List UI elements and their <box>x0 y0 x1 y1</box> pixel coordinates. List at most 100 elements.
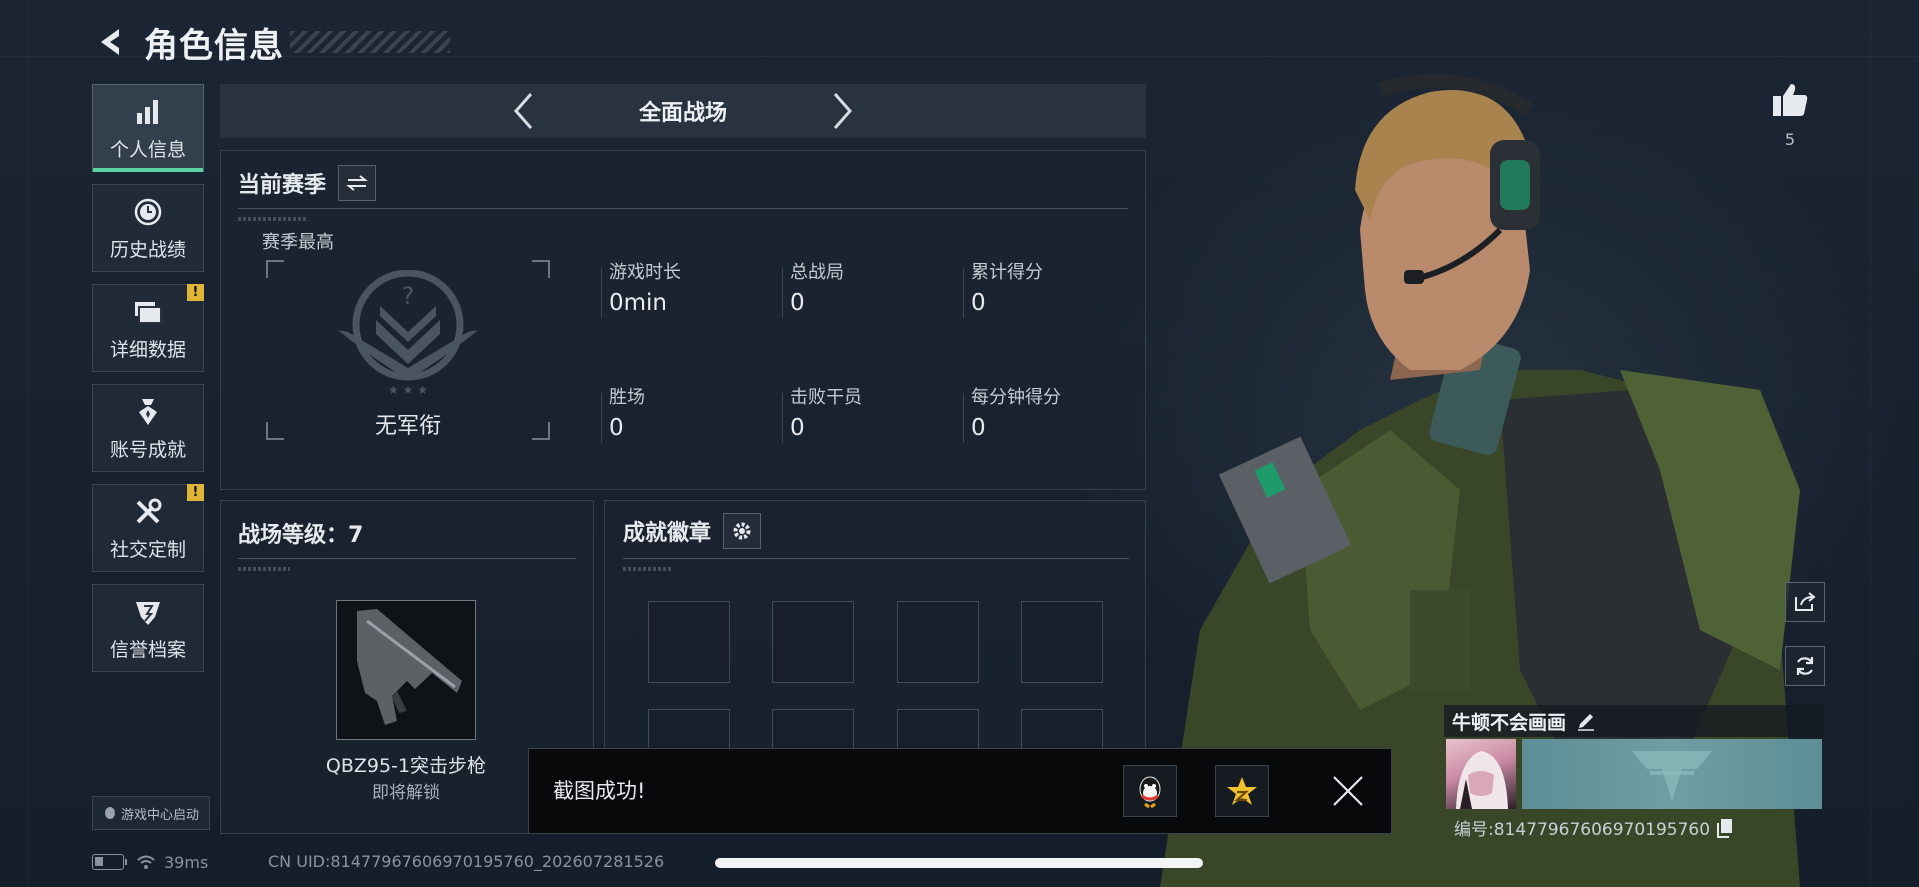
panel-title: 成就徽章 <box>623 521 712 546</box>
stat-separator <box>782 393 783 443</box>
sidebar-item-label: 详细数据 <box>109 338 186 361</box>
badge-settings-button[interactable] <box>723 513 762 549</box>
stat-separator <box>963 393 964 443</box>
decoration <box>238 217 308 221</box>
share-button[interactable] <box>1785 582 1825 622</box>
clock-icon <box>131 195 165 229</box>
badge-slot[interactable] <box>772 601 854 683</box>
title-decoration <box>290 31 450 53</box>
badge-slot[interactable] <box>1021 601 1103 683</box>
chevron-right-icon <box>833 93 853 129</box>
sidebar-item-label: 历史战绩 <box>109 238 186 261</box>
player-id-row: 编号:814779676069701957​60 <box>1454 815 1734 840</box>
copy-id-button[interactable] <box>1716 818 1734 838</box>
stat-label: 胜场 <box>609 387 645 408</box>
sidebar-item-history[interactable]: 历史战绩 <box>92 184 204 272</box>
player-name: 牛顿不会画画 <box>1452 711 1567 734</box>
sidebar-item-label: 个人信息 <box>109 138 186 161</box>
edit-name-button[interactable] <box>1576 711 1596 731</box>
stat-separator <box>963 268 964 318</box>
back-arrow-icon <box>101 29 119 55</box>
weapon-name: QBZ95-1突击步枪 <box>325 755 487 777</box>
previous-mode-button[interactable] <box>503 89 543 133</box>
rifle-icon <box>357 609 462 725</box>
qq-icon <box>104 807 115 819</box>
stat-separator <box>601 268 602 318</box>
avatar[interactable] <box>1446 739 1516 809</box>
badge-slot[interactable] <box>648 601 730 683</box>
launch-label: 游戏中心启动 <box>120 807 199 823</box>
sidebar: 个人信息 历史战绩 ! 详细数据 账号成就 ! 社交定制 信誉档案 <box>92 84 204 684</box>
shield-icon <box>131 595 165 629</box>
like-button[interactable] <box>1768 80 1812 120</box>
panel-title: 战场等级：7 <box>238 523 364 548</box>
panel-header: 成就徽章 <box>623 513 762 549</box>
screenshot-toast: 截图成功! <box>528 748 1392 834</box>
frame-corner <box>532 260 550 278</box>
sidebar-item-credit[interactable]: 信誉档案 <box>92 584 204 672</box>
decoration <box>238 567 290 571</box>
stat-separator <box>782 268 783 318</box>
folder-icon <box>131 295 165 329</box>
qq-penguin-icon <box>1139 776 1161 808</box>
back-button[interactable] <box>90 22 130 62</box>
weapon-status: 即将解锁 <box>372 783 440 803</box>
badge-slot[interactable] <box>897 601 979 683</box>
badge-slot[interactable] <box>1021 709 1103 749</box>
home-indicator[interactable] <box>715 858 1203 868</box>
ping-value: 39ms <box>164 852 209 872</box>
chevron-left-icon <box>513 93 533 129</box>
svg-text:?: ? <box>402 282 415 310</box>
pencil-icon <box>1578 714 1595 731</box>
page-header: 角色信息 <box>90 18 450 66</box>
sidebar-item-label: 账号成就 <box>109 438 186 461</box>
refresh-icon <box>1796 657 1814 675</box>
gear-icon <box>733 522 751 540</box>
share-qzone-button[interactable] <box>1215 765 1269 817</box>
rotate-button[interactable] <box>1785 646 1825 686</box>
stat-label: 总战局 <box>790 262 844 283</box>
stat-label: 累计得分 <box>971 262 1043 283</box>
swap-icon <box>346 175 368 191</box>
season-high-label: 赛季最高 <box>262 232 334 253</box>
sidebar-item-label: 社交定制 <box>109 538 186 561</box>
share-qq-button[interactable] <box>1123 765 1177 817</box>
grid-line <box>1870 0 1871 887</box>
badge-slot[interactable] <box>772 709 854 749</box>
rank-name: 无军衔 <box>374 414 441 439</box>
stat-separator <box>601 393 602 443</box>
next-mode-button[interactable] <box>823 89 863 133</box>
close-toast-button[interactable] <box>1326 769 1370 813</box>
alert-badge: ! <box>187 484 204 501</box>
stat-label: 击败干员 <box>790 387 862 408</box>
tools-icon <box>131 495 165 529</box>
stat-label: 每分钟得分 <box>971 387 1061 408</box>
sidebar-item-detailed-data[interactable]: ! 详细数据 <box>92 284 204 372</box>
stat-value: 0 <box>790 415 805 441</box>
frame-corner <box>266 260 284 278</box>
avatar-image <box>1456 751 1508 809</box>
weapon-unlock-card[interactable] <box>336 600 476 740</box>
share-icon <box>1795 592 1816 611</box>
page-title: 角色信息 <box>144 25 284 66</box>
mode-selector: 全面战场 <box>220 84 1146 138</box>
sidebar-item-personal-info[interactable]: 个人信息 <box>92 84 204 172</box>
badge-slot[interactable] <box>897 709 979 749</box>
uid-label: CN UID:814779676069701957​60_20260728152… <box>268 852 665 871</box>
game-center-launch-badge[interactable]: 游戏中心启动 <box>92 796 210 830</box>
rank-frame: ? ★ ★ ★ 无军衔 <box>266 260 550 440</box>
stat-value: 0min <box>609 290 668 316</box>
player-banner[interactable] <box>1522 739 1822 809</box>
alert-badge: ! <box>187 284 204 301</box>
switch-season-button[interactable] <box>338 165 377 201</box>
mode-title: 全面战场 <box>638 101 727 126</box>
player-name-bar: 牛顿不会画画 <box>1444 705 1824 737</box>
badge-slot[interactable] <box>648 709 730 749</box>
bar-chart-icon <box>131 95 165 129</box>
sidebar-item-achievements[interactable]: 账号成就 <box>92 384 204 472</box>
divider <box>623 558 1129 559</box>
sidebar-item-social[interactable]: ! 社交定制 <box>92 484 204 572</box>
copy-icon <box>1717 818 1733 838</box>
wifi-icon <box>137 855 155 869</box>
decoration <box>623 567 673 571</box>
